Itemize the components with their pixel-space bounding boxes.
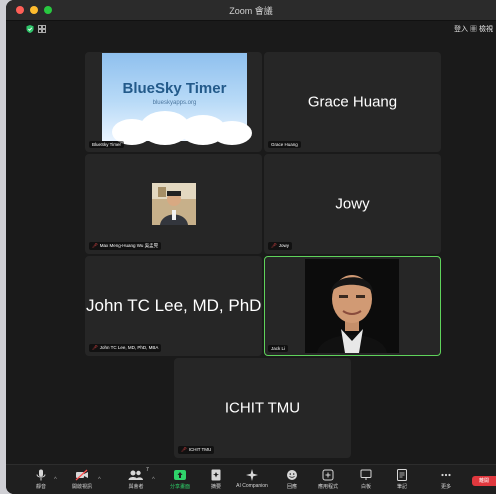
- meeting-toolbar: 靜音 ^ 開啟視訊 ^ 與會者 7 ^ 分享畫面 摘要 AI Companion…: [6, 464, 496, 494]
- participants-options-caret[interactable]: ^: [152, 477, 155, 483]
- video-tile-max-wu[interactable]: 🎤︎ Max Meng-Huang Wu 吳孟晃: [85, 154, 262, 254]
- participant-name-label: 🎤︎ John TC Lee, MD, PhD, MBA: [89, 344, 162, 352]
- video-tile-bluesky-timer[interactable]: BlueSky Timer blueskyapps.org BlueSky Ti…: [85, 52, 262, 152]
- participant-name-label: BlueSky Timer: [89, 141, 125, 148]
- grid-view-icon: ▦: [470, 26, 479, 33]
- video-tile-john-tc-lee[interactable]: John TC Lee, MD, PhD,... 🎤︎ John TC Lee, …: [85, 256, 262, 356]
- participant-name-label: 🎤︎ Max Meng-Huang Wu 吳孟晃: [89, 242, 162, 250]
- share-screen-icon: [174, 470, 186, 480]
- meeting-top-strip: 登入 ▦ 檢視: [6, 22, 496, 36]
- apps-icon: [322, 469, 334, 481]
- meeting-info-icon[interactable]: [38, 25, 46, 33]
- smiley-icon: [287, 470, 297, 480]
- ai-sparkle-icon: [246, 469, 258, 481]
- participant-name-label: Jack Li: [268, 345, 289, 352]
- participants-icon: [128, 470, 143, 480]
- muted-mic-icon: 🎤︎: [92, 243, 98, 248]
- video-tile-grace-huang[interactable]: Grace Huang Grace Huang: [264, 52, 441, 152]
- muted-mic-icon: 🎤︎: [271, 243, 277, 248]
- participant-photo: [152, 183, 196, 225]
- summary-button[interactable]: 摘要: [196, 469, 236, 490]
- view-button[interactable]: ▦ 檢視: [470, 24, 496, 34]
- video-tile-jack-li[interactable]: Jack Li: [264, 256, 441, 356]
- whiteboard-button[interactable]: 白板: [346, 469, 386, 490]
- notes-button[interactable]: 筆記: [382, 469, 422, 490]
- muted-mic-icon: 🎤︎: [181, 447, 187, 452]
- microphone-icon: [36, 469, 46, 481]
- ai-companion-button[interactable]: AI Companion: [232, 469, 272, 489]
- participant-display-name: John TC Lee, MD, PhD,...: [86, 296, 262, 315]
- bluesky-url: blueskyapps.org: [152, 100, 197, 106]
- notes-icon: [397, 469, 407, 481]
- participant-display-name: ICHIT TMU: [224, 399, 301, 417]
- participants-button[interactable]: 與會者: [116, 469, 156, 490]
- participant-display-name: Jowy: [335, 195, 370, 213]
- reactions-button[interactable]: 回應: [272, 469, 312, 490]
- shield-icon[interactable]: [26, 25, 34, 33]
- share-screen-button[interactable]: 分享畫面: [160, 469, 200, 490]
- bluesky-timer-screen: BlueSky Timer blueskyapps.org: [102, 53, 252, 145]
- participant-name-label: Grace Huang: [268, 141, 301, 148]
- participants-count: 7: [146, 467, 149, 473]
- participant-video: [305, 259, 399, 353]
- muted-mic-icon: 🎤︎: [92, 345, 98, 350]
- title-bar: Zoom 會議: [6, 0, 496, 21]
- video-tile-ichit-tmu[interactable]: ICHIT TMU 🎤︎ ICHIT TMU: [174, 358, 351, 458]
- start-video-button[interactable]: 開啟視訊: [62, 469, 102, 490]
- participant-name-label: 🎤︎ Jowy: [268, 242, 292, 250]
- summary-icon: [211, 469, 221, 481]
- login-button[interactable]: 登入: [454, 24, 468, 34]
- more-dots-icon: [441, 473, 451, 477]
- more-button[interactable]: 更多: [426, 469, 466, 490]
- video-tile-jowy[interactable]: Jowy 🎤︎ Jowy: [264, 154, 441, 254]
- participant-display-name: Grace Huang: [307, 93, 398, 111]
- video-options-caret[interactable]: ^: [98, 477, 101, 483]
- whiteboard-icon: [360, 469, 372, 480]
- mute-options-caret[interactable]: ^: [54, 477, 57, 483]
- video-off-icon: [75, 469, 88, 481]
- window-title: Zoom 會議: [229, 6, 273, 16]
- zoom-window: Zoom 會議 登入 ▦ 檢視 BlueSky Timer blueskyapp…: [6, 0, 496, 494]
- participant-name-label: 🎤︎ ICHIT TMU: [178, 446, 215, 454]
- bluesky-title: BlueSky Timer: [122, 80, 227, 97]
- apps-button[interactable]: 應用程式: [308, 469, 348, 490]
- leave-meeting-button[interactable]: 離開: [472, 476, 496, 486]
